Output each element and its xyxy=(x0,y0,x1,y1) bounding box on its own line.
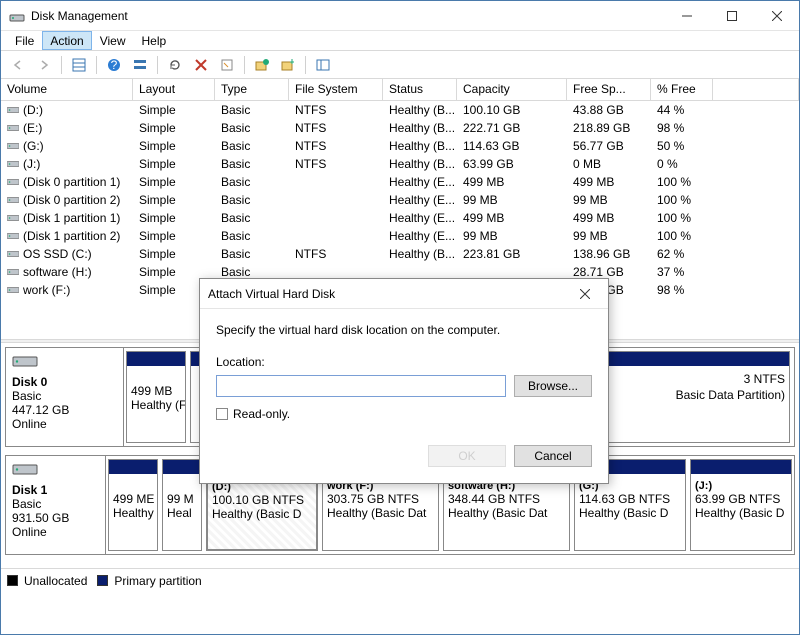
legend-label-primary: Primary partition xyxy=(114,574,201,588)
browse-button[interactable]: Browse... xyxy=(514,375,592,397)
volume-row[interactable]: (Disk 1 partition 1)SimpleBasicHealthy (… xyxy=(1,209,799,227)
menubar: File Action View Help xyxy=(1,31,799,51)
tool-detail-icon[interactable] xyxy=(129,54,151,76)
window-title: Disk Management xyxy=(31,9,664,23)
menu-action[interactable]: Action xyxy=(42,31,91,50)
col-file-system[interactable]: File System xyxy=(289,79,383,100)
maximize-button[interactable] xyxy=(709,1,754,31)
help-icon[interactable]: ? xyxy=(103,54,125,76)
dialog-body: Specify the virtual hard disk location o… xyxy=(200,309,608,433)
col-type[interactable]: Type xyxy=(215,79,289,100)
ok-button[interactable]: OK xyxy=(428,445,506,467)
partition[interactable]: 499 MBHealthy (F xyxy=(126,351,186,443)
legend: Unallocated Primary partition xyxy=(1,568,799,592)
location-label: Location: xyxy=(216,355,592,369)
app-icon xyxy=(9,8,25,24)
window-controls xyxy=(664,1,799,31)
col-layout[interactable]: Layout xyxy=(133,79,215,100)
partition[interactable]: 499 MEHealthy xyxy=(108,459,158,551)
col-free-sp-[interactable]: Free Sp... xyxy=(567,79,651,100)
legend-swatch-primary xyxy=(97,575,108,586)
menu-view[interactable]: View xyxy=(92,31,134,50)
separator xyxy=(96,56,97,74)
disk-label[interactable]: Disk 0Basic447.12 GBOnline xyxy=(6,348,124,446)
tool-grid-icon[interactable] xyxy=(68,54,90,76)
volume-row[interactable]: OS SSD (C:)SimpleBasicNTFSHealthy (B...2… xyxy=(1,245,799,263)
cancel-button[interactable]: Cancel xyxy=(514,445,592,467)
back-button[interactable] xyxy=(7,54,29,76)
dialog-title: Attach Virtual Hard Disk xyxy=(208,287,570,301)
volume-header: VolumeLayoutTypeFile SystemStatusCapacit… xyxy=(1,79,799,101)
tool-properties-icon[interactable] xyxy=(216,54,238,76)
col-status[interactable]: Status xyxy=(383,79,457,100)
volume-row[interactable]: (E:)SimpleBasicNTFSHealthy (B...222.71 G… xyxy=(1,119,799,137)
tool-refresh-icon[interactable] xyxy=(164,54,186,76)
readonly-checkbox[interactable] xyxy=(216,408,228,420)
separator xyxy=(61,56,62,74)
separator xyxy=(244,56,245,74)
attach-vhd-dialog: Attach Virtual Hard Disk Specify the vir… xyxy=(199,278,609,484)
toolbar: ? xyxy=(1,51,799,79)
separator xyxy=(157,56,158,74)
legend-swatch-unallocated xyxy=(7,575,18,586)
tool-list-icon[interactable] xyxy=(312,54,334,76)
partition[interactable]: (J:)63.99 GB NTFSHealthy (Basic D xyxy=(690,459,792,551)
titlebar: Disk Management xyxy=(1,1,799,31)
tool-new-partition-icon[interactable] xyxy=(251,54,273,76)
volume-row[interactable]: (J:)SimpleBasicNTFSHealthy (B...63.99 GB… xyxy=(1,155,799,173)
volume-row[interactable]: (Disk 0 partition 2)SimpleBasicHealthy (… xyxy=(1,191,799,209)
volume-row[interactable]: (Disk 0 partition 1)SimpleBasicHealthy (… xyxy=(1,173,799,191)
volume-row[interactable]: (D:)SimpleBasicNTFSHealthy (B...100.10 G… xyxy=(1,101,799,119)
close-button[interactable] xyxy=(754,1,799,31)
forward-button[interactable] xyxy=(33,54,55,76)
dialog-instruction: Specify the virtual hard disk location o… xyxy=(216,323,592,337)
svg-text:?: ? xyxy=(111,58,118,72)
minimize-button[interactable] xyxy=(664,1,709,31)
dialog-close-button[interactable] xyxy=(570,279,600,309)
location-input[interactable] xyxy=(216,375,506,397)
legend-label-unallocated: Unallocated xyxy=(24,574,87,588)
tool-delete-icon[interactable] xyxy=(190,54,212,76)
menu-help[interactable]: Help xyxy=(134,31,175,50)
dialog-titlebar: Attach Virtual Hard Disk xyxy=(200,279,608,309)
volume-row[interactable]: (Disk 1 partition 2)SimpleBasicHealthy (… xyxy=(1,227,799,245)
partition[interactable]: 99 MHeal xyxy=(162,459,202,551)
separator xyxy=(305,56,306,74)
col--free[interactable]: % Free xyxy=(651,79,713,100)
menu-file[interactable]: File xyxy=(7,31,42,50)
col-volume[interactable]: Volume xyxy=(1,79,133,100)
disk-label[interactable]: Disk 1Basic931.50 GBOnline xyxy=(6,456,106,554)
readonly-label: Read-only. xyxy=(233,407,290,421)
col-capacity[interactable]: Capacity xyxy=(457,79,567,100)
volume-row[interactable]: (G:)SimpleBasicNTFSHealthy (B...114.63 G… xyxy=(1,137,799,155)
tool-attach-vhd-icon[interactable] xyxy=(277,54,299,76)
